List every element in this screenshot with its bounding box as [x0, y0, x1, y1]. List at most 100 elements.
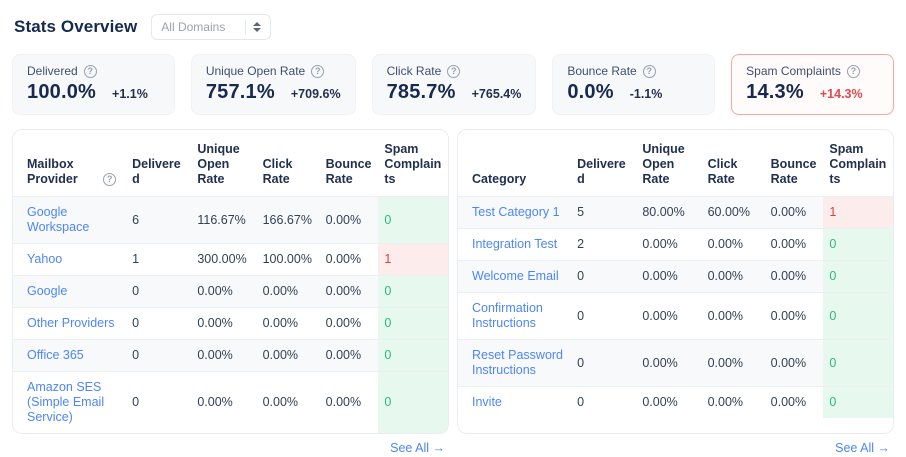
help-icon[interactable]: ?	[311, 65, 324, 78]
row-link-confirmation-instructions[interactable]: Confirmation Instructions	[472, 301, 543, 330]
row-name-cell: Welcome Email	[458, 261, 571, 293]
help-icon[interactable]: ?	[847, 65, 860, 78]
table-row: Other Providers00.00%0.00%0.00%0	[13, 308, 448, 340]
stat-value: 0.0%	[567, 81, 613, 104]
row-link-invite[interactable]: Invite	[472, 395, 502, 409]
chevron-up-down-icon	[253, 22, 261, 32]
table-body: Google Workspace6116.67%166.67%0.00%0Yah…	[13, 197, 448, 434]
table-row: Confirmation Instructions00.00%0.00%0.00…	[458, 293, 893, 340]
row-link-reset-password-instructions[interactable]: Reset Password Instructions	[472, 348, 563, 377]
spam-complaints-cell: 0	[823, 340, 893, 387]
value-cell: 0	[126, 308, 191, 340]
value-cell: 0.00%	[320, 372, 379, 434]
value-cell: 5	[571, 197, 636, 229]
row-link-welcome-email[interactable]: Welcome Email	[472, 269, 559, 283]
help-icon[interactable]: ?	[447, 65, 460, 78]
column-header-label: Bounce Rate	[771, 157, 817, 186]
table-header-row: Mailbox Provider?DeliveredUnique Open Ra…	[13, 130, 448, 197]
value-cell: 0	[126, 276, 191, 308]
category-table-grid: CategoryDeliveredUnique Open RateClick R…	[458, 130, 893, 418]
row-name-cell: Google	[13, 276, 126, 308]
table-row: Welcome Email00.00%0.00%0.00%0	[458, 261, 893, 293]
value-cell: 0.00%	[765, 229, 824, 261]
row-link-google[interactable]: Google	[27, 284, 67, 298]
stat-label: Click Rate	[387, 64, 442, 78]
column-header-label: Delivered	[132, 157, 181, 186]
category-see-all-link[interactable]: See All →	[835, 441, 890, 455]
stat-delta: -1.1%	[630, 87, 663, 101]
column-header-label: Category	[472, 172, 526, 186]
spam-complaints-cell: 0	[823, 261, 893, 293]
table-row: Reset Password Instructions00.00%0.00%0.…	[458, 340, 893, 387]
value-cell: 300.00%	[191, 244, 256, 276]
value-cell: 1	[126, 244, 191, 276]
help-icon[interactable]: ?	[643, 65, 656, 78]
value-cell: 0.00%	[636, 387, 701, 419]
value-cell: 0	[571, 387, 636, 419]
spam-complaints-cell: 0	[378, 308, 448, 340]
table-row: Google Workspace6116.67%166.67%0.00%0	[13, 197, 448, 244]
row-link-google-workspace[interactable]: Google Workspace	[27, 205, 89, 234]
value-cell: 0.00%	[320, 308, 379, 340]
column-header-label: Unique Open Rate	[642, 142, 684, 186]
value-cell: 116.67%	[191, 197, 256, 244]
help-icon[interactable]: ?	[84, 65, 97, 78]
category-table: CategoryDeliveredUnique Open RateClick R…	[457, 129, 894, 434]
row-link-yahoo[interactable]: Yahoo	[27, 252, 62, 266]
see-all-label: See All	[835, 441, 877, 455]
spam-complaints-cell: 0	[378, 372, 448, 434]
spam-complaints-cell: 0	[823, 229, 893, 261]
value-cell: 0.00%	[191, 276, 256, 308]
stat-value-row: 14.3%+14.3%	[746, 81, 879, 104]
stat-card-delivered: Delivered?100.0%+1.1%	[12, 54, 175, 115]
stat-value: 100.0%	[27, 81, 96, 104]
table-row: Test Category 1580.00%60.00%0.00%1	[458, 197, 893, 229]
column-header-label: Delivered	[577, 157, 626, 186]
value-cell: 0.00%	[765, 261, 824, 293]
value-cell: 0.00%	[702, 229, 765, 261]
spam-complaints-cell: 0	[823, 387, 893, 419]
value-cell: 166.67%	[257, 197, 320, 244]
stat-label-row: Unique Open Rate?	[206, 64, 341, 78]
value-cell: 6	[126, 197, 191, 244]
tables-row: Mailbox Provider?DeliveredUnique Open Ra…	[12, 129, 894, 456]
row-link-integration-test[interactable]: Integration Test	[472, 237, 557, 251]
column-header-bounce-rate: Bounce Rate	[765, 130, 824, 197]
column-header-label: Click Rate	[263, 157, 293, 186]
table-row: Google00.00%0.00%0.00%0	[13, 276, 448, 308]
stat-label-row: Bounce Rate?	[567, 64, 700, 78]
spam-complaints-cell: 0	[378, 197, 448, 244]
value-cell: 80.00%	[636, 197, 701, 229]
value-cell: 0.00%	[257, 340, 320, 372]
row-name-cell: Test Category 1	[458, 197, 571, 229]
value-cell: 0.00%	[702, 261, 765, 293]
row-link-test-category-1[interactable]: Test Category 1	[472, 205, 560, 219]
column-header-label: Bounce Rate	[326, 157, 372, 186]
column-header-unique-open-rate: Unique Open Rate	[191, 130, 256, 197]
stats-overview-page: Stats Overview All Domains Delivered?100…	[0, 0, 906, 456]
row-link-other-providers[interactable]: Other Providers	[27, 316, 115, 330]
mailbox-provider-see-all-link[interactable]: See All →	[390, 441, 445, 455]
column-header-label: Spam Complaints	[384, 142, 441, 186]
value-cell: 0.00%	[636, 261, 701, 293]
spam-complaints-cell: 1	[823, 197, 893, 229]
help-icon[interactable]: ?	[103, 173, 116, 186]
value-cell: 0.00%	[320, 244, 379, 276]
value-cell: 0.00%	[257, 276, 320, 308]
value-cell: 0.00%	[191, 308, 256, 340]
value-cell: 0.00%	[257, 372, 320, 434]
table-row: Yahoo1300.00%100.00%0.00%1	[13, 244, 448, 276]
row-link-office-365[interactable]: Office 365	[27, 348, 84, 362]
stat-value: 785.7%	[387, 81, 456, 104]
table-row: Amazon SES (Simple Email Service)00.00%0…	[13, 372, 448, 434]
stat-value-row: 100.0%+1.1%	[27, 81, 160, 104]
row-name-cell: Office 365	[13, 340, 126, 372]
row-name-cell: Invite	[458, 387, 571, 419]
table-header: CategoryDeliveredUnique Open RateClick R…	[458, 130, 893, 197]
stat-cards-row: Delivered?100.0%+1.1%Unique Open Rate?75…	[12, 54, 894, 115]
row-link-amazon-ses-simple-email-service[interactable]: Amazon SES (Simple Email Service)	[27, 380, 104, 424]
row-name-cell: Confirmation Instructions	[458, 293, 571, 340]
value-cell: 0	[126, 340, 191, 372]
column-header-label: Spam Complaints	[829, 142, 886, 186]
domain-filter-select[interactable]: All Domains	[151, 14, 271, 40]
